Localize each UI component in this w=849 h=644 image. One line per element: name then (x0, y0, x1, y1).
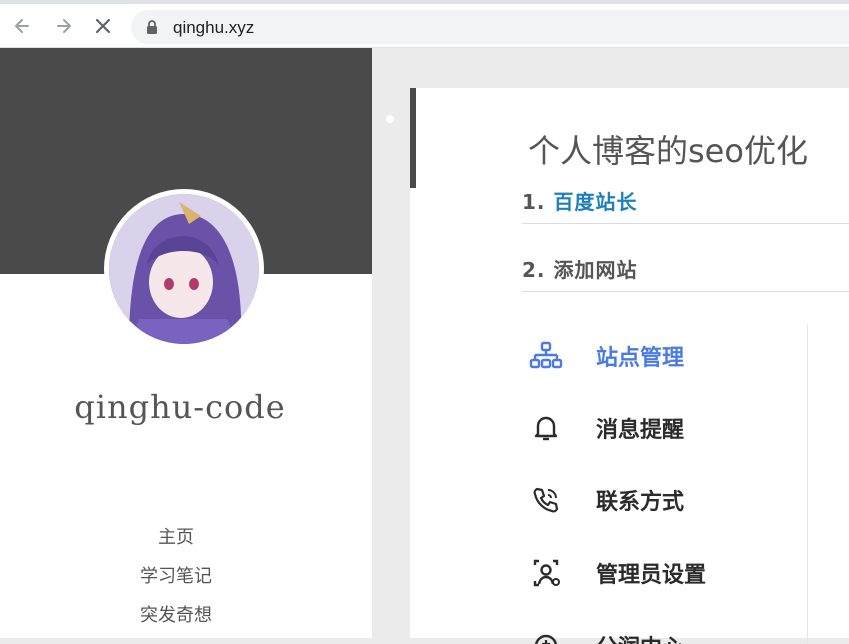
forward-button[interactable] (50, 12, 78, 40)
url-text: qinghu.xyz (173, 18, 255, 37)
menu-item-notifications[interactable]: 消息提醒 (522, 408, 684, 448)
back-icon (15, 19, 29, 33)
baidu-webmaster-link[interactable]: 百度站长 (554, 190, 638, 214)
section-number: 1. (522, 190, 546, 214)
blog-sidebar: qinghu-code 主页 学习笔记 突发奇想 (0, 48, 372, 638)
menu-label: 站点管理 (596, 346, 685, 371)
sidebar-item-ideas[interactable]: 突发奇想 (0, 596, 352, 635)
article-panel: 个人博客的seo优化 1. 百度站长 2. 添加网站 站点管理 消息提醒 联系方… (410, 88, 849, 644)
sidebar-menu: 主页 学习笔记 突发奇想 (0, 518, 352, 635)
decorative-dot (386, 115, 394, 123)
lock-icon (147, 20, 157, 34)
browser-toolbar: qinghu.xyz (0, 0, 849, 48)
site-management-icon (528, 338, 564, 374)
admin-settings-icon (528, 555, 564, 591)
menu-item-contact[interactable]: 联系方式 (522, 480, 684, 520)
section-heading-2: 2. 添加网站 (522, 254, 849, 292)
avatar-image (109, 194, 259, 344)
back-button[interactable] (8, 12, 36, 40)
phone-icon (528, 482, 564, 518)
sidebar-item-notes[interactable]: 学习笔记 (0, 557, 352, 596)
sidebar-item-home[interactable]: 主页 (0, 518, 352, 557)
menu-item-center[interactable]: 分润中心 (522, 626, 684, 644)
menu-label: 消息提醒 (596, 418, 685, 443)
section-label: 添加网站 (553, 258, 638, 282)
menu-label: 管理员设置 (596, 563, 707, 588)
avatar[interactable] (104, 189, 264, 349)
author-name: qinghu-code (74, 388, 286, 426)
accent-bar (410, 88, 416, 188)
forward-icon (57, 19, 71, 33)
menu-item-site-management[interactable]: 站点管理 (522, 336, 684, 376)
section-number: 2. (522, 258, 546, 282)
center-icon (528, 628, 564, 644)
section-heading-1: 1. 百度站长 (522, 186, 849, 224)
bell-icon (528, 410, 564, 446)
menu-item-admin-settings[interactable]: 管理员设置 (522, 553, 706, 593)
menu-label: 分润中心 (596, 630, 684, 644)
stop-loading-icon (95, 18, 111, 34)
post-title: 个人博客的seo优化 (528, 132, 808, 170)
stop-loading-button[interactable] (89, 12, 117, 40)
embedded-screenshot-menu: 站点管理 消息提醒 联系方式 管理员设置 (522, 324, 808, 644)
address-bar[interactable]: qinghu.xyz (131, 10, 849, 44)
menu-label: 联系方式 (596, 490, 685, 515)
